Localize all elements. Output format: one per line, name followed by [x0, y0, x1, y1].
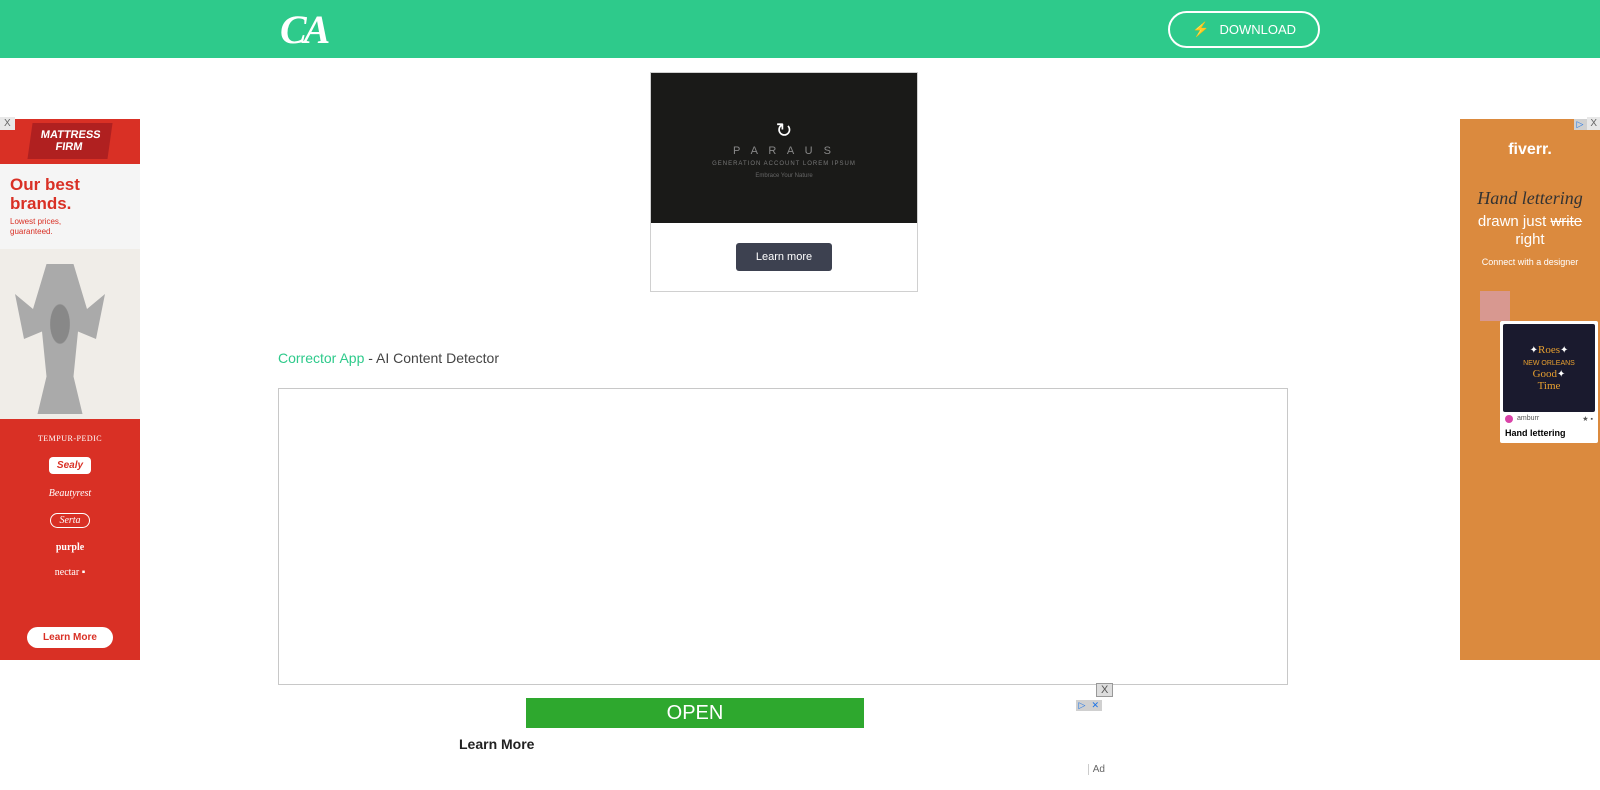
replay-icon[interactable]: ↻ [776, 118, 793, 143]
brand-purple: purple [56, 542, 84, 553]
left-ad-close-button[interactable]: X [0, 117, 15, 130]
brand-serta: Serta [50, 513, 89, 528]
left-ad-cta-button[interactable]: Learn More [27, 627, 113, 648]
breadcrumb-link-home[interactable]: Corrector App [278, 350, 364, 366]
top-ad-tagline2: Embrace Your Nature [755, 173, 812, 179]
right-sidebar-ad[interactable]: ▷ ✕ fiverr. Hand lettering drawn just wr… [1460, 119, 1600, 660]
brand-beautyrest: Beautyrest [49, 488, 91, 499]
left-ad-brand-list: TEMPUR-PEDIC Sealy Beautyrest Serta purp… [0, 419, 140, 614]
right-ad-headline: Hand lettering [1460, 169, 1600, 213]
breadcrumb-separator: - [364, 350, 376, 366]
top-ad-video-area[interactable]: ↻ P A R A U S GENERATION ACCOUNT LOREM I… [651, 73, 917, 223]
left-ad-text-block: Our best brands. Lowest prices,guarantee… [0, 164, 140, 249]
left-ad-image [0, 249, 140, 419]
download-label: DOWNLOAD [1219, 22, 1296, 37]
top-ad-tagline: GENERATION ACCOUNT LOREM IPSUM [712, 161, 856, 167]
top-center-ad[interactable]: ▷ ✕ ↻ P A R A U S GENERATION ACCOUNT LOR… [650, 72, 918, 292]
brand-tempurpedic: TEMPUR-PEDIC [38, 434, 102, 443]
site-logo[interactable]: CA [280, 6, 327, 53]
brand-nectar: nectar ▪ [55, 567, 85, 578]
right-ad-close-button[interactable]: X [1587, 117, 1600, 130]
adchoices-icon[interactable]: ▷ [1076, 700, 1089, 711]
right-ad-seller-row: amburr ★ ▪ [1503, 412, 1595, 426]
adchoices-icon[interactable]: ▷ [1574, 119, 1587, 130]
top-ad-cta-button[interactable]: Learn more [736, 243, 832, 271]
bottom-ad-learn-more-link[interactable]: Learn More [459, 736, 534, 752]
bottom-ad-badge: ▷ ✕ [1076, 700, 1102, 711]
breadcrumb: Corrector App - AI Content Detector [278, 350, 499, 366]
right-ad-product-card[interactable]: ✦Roes✦ NEW ORLEANS Good✦ Time amburr ★ ▪… [1500, 321, 1598, 443]
header: CA ⚡ DOWNLOAD [0, 0, 1600, 58]
breadcrumb-current-page: AI Content Detector [376, 350, 499, 366]
bottom-ad-open-button[interactable]: OPEN [526, 698, 864, 728]
content-detector-input[interactable] [278, 388, 1288, 685]
left-ad-brand-banner: MATTRESSFIRM [0, 119, 140, 164]
right-ad-product-label: Hand lettering [1503, 426, 1595, 440]
seller-name: amburr [1517, 415, 1539, 422]
left-ad-headline: Our best brands. [10, 176, 130, 213]
top-ad-brand-text: P A R A U S [733, 145, 835, 157]
bottom-ad-label: Ad [1088, 764, 1105, 775]
person-image [15, 264, 105, 414]
brand-sealy: Sealy [49, 457, 91, 474]
right-ad-product-image: ✦Roes✦ NEW ORLEANS Good✦ Time [1503, 324, 1595, 412]
right-ad-connect-text: Connect with a designer [1460, 249, 1600, 281]
bottom-ad-dismiss-button[interactable]: ✕ [1088, 700, 1102, 711]
bolt-icon: ⚡ [1192, 21, 1209, 38]
left-sidebar-ad[interactable]: X MATTRESSFIRM Our best brands. Lowest p… [0, 119, 140, 660]
right-ad-back-label: Hand lettering [1543, 499, 1587, 506]
right-ad-subheadline: drawn just write right [1460, 213, 1600, 249]
left-ad-subtext: Lowest prices,guaranteed. [10, 217, 130, 236]
download-button[interactable]: ⚡ DOWNLOAD [1168, 11, 1320, 48]
seller-avatar [1505, 415, 1513, 423]
bottom-ad-close-button[interactable]: X [1096, 683, 1113, 697]
mattress-firm-logo: MATTRESSFIRM [28, 123, 113, 159]
